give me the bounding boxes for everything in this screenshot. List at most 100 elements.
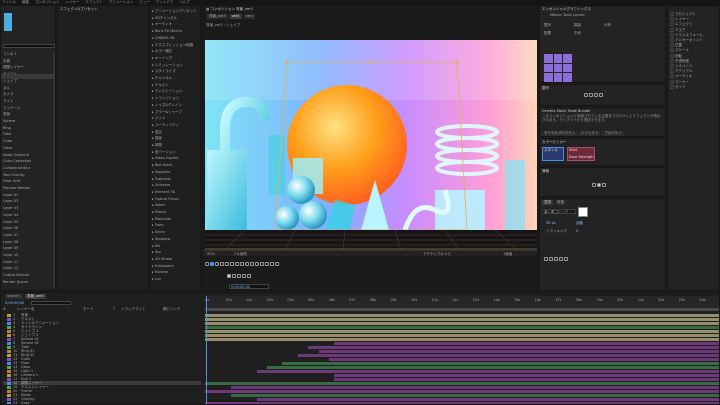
property-item[interactable]: ◯ スケール bbox=[670, 48, 689, 52]
layer-track-bar[interactable] bbox=[334, 341, 719, 345]
layer-track-bar[interactable] bbox=[205, 325, 719, 329]
property-item[interactable]: ◯ マテリアル bbox=[670, 69, 693, 73]
loop-icon[interactable] bbox=[242, 274, 246, 278]
essential-button-5[interactable]: 分布 bbox=[604, 23, 611, 27]
clone-tool-icon[interactable] bbox=[260, 262, 264, 266]
effect-category[interactable]: ▸ Form bbox=[152, 223, 164, 227]
zoom-select[interactable]: 50% bbox=[207, 252, 215, 256]
timeline-tab-2[interactable]: 背景_ver3 bbox=[25, 294, 46, 299]
project-item[interactable]: Layer 01 bbox=[3, 193, 18, 197]
layer-track-bar[interactable] bbox=[297, 353, 719, 357]
effect-category[interactable]: ▸ Particular bbox=[152, 217, 171, 221]
menu-item-5[interactable]: アニメーション bbox=[109, 0, 133, 4]
project-item[interactable]: フッテージ bbox=[3, 106, 20, 110]
project-item[interactable]: カメラ bbox=[3, 92, 14, 96]
align-right-icon[interactable] bbox=[594, 93, 598, 97]
puppet-tool-icon[interactable] bbox=[275, 262, 279, 266]
project-item[interactable]: Layer 09 bbox=[3, 246, 18, 250]
menu-item-1[interactable]: 編集 bbox=[22, 0, 29, 4]
libraries-tab-1[interactable]: すべてのプロパティ bbox=[542, 131, 577, 136]
layer-track-bar[interactable] bbox=[205, 381, 719, 385]
project-search[interactable] bbox=[3, 44, 55, 48]
layer-track-bar[interactable] bbox=[318, 349, 719, 353]
libraries-tab-2[interactable]: エフェクト bbox=[578, 131, 601, 136]
effect-category[interactable]: ▸ 3D Stroke bbox=[152, 257, 172, 261]
layer-row[interactable]: 23 Grad bbox=[3, 401, 201, 404]
size-field[interactable]: 36 px bbox=[546, 221, 556, 225]
timecode-field[interactable]: 0;00;00;00 bbox=[229, 284, 269, 289]
layer-track-bar[interactable] bbox=[205, 321, 719, 325]
info-cam-icon[interactable] bbox=[602, 183, 606, 187]
layer-track-bar[interactable] bbox=[230, 385, 719, 389]
effect-category[interactable]: ▸ オーディオ bbox=[152, 22, 172, 26]
brush-tool-icon[interactable] bbox=[255, 262, 259, 266]
project-item[interactable]: ライト bbox=[3, 99, 14, 103]
rotate-tool-icon[interactable] bbox=[225, 262, 229, 266]
menu-item-8[interactable]: ヘルプ bbox=[179, 0, 190, 4]
effect-category[interactable]: ▸ エクスプレッション制御 bbox=[152, 43, 193, 47]
effect-category[interactable]: ▸ テキスト bbox=[152, 83, 169, 87]
effect-category[interactable]: ▸ CINEMA 4D bbox=[152, 36, 175, 40]
zoom-tool-icon[interactable] bbox=[220, 262, 224, 266]
project-item[interactable]: コンポ 1 bbox=[3, 52, 17, 56]
home-icon[interactable] bbox=[205, 262, 209, 266]
property-item[interactable]: ◯ 不透明度 bbox=[670, 59, 689, 63]
project-item[interactable]: Layer 11 bbox=[3, 260, 18, 264]
playhead[interactable] bbox=[206, 296, 207, 404]
layer-track-bar[interactable] bbox=[205, 313, 719, 317]
all-caps-icon[interactable] bbox=[554, 257, 558, 261]
effect-category[interactable]: ▸ ノイズ&グレイン bbox=[152, 103, 182, 107]
project-item[interactable]: Compound Blur bbox=[3, 166, 30, 170]
effect-category[interactable]: ▸ 時間 bbox=[152, 143, 162, 147]
effect-category[interactable]: ▸ 3Dチャンネル bbox=[152, 16, 177, 20]
layer-track-bar[interactable] bbox=[205, 389, 719, 393]
effect-category[interactable]: ▸ キーイング bbox=[152, 56, 172, 60]
project-item[interactable]: Layer 07 bbox=[3, 233, 18, 237]
property-item[interactable]: ◯ 位置 bbox=[670, 43, 682, 47]
effect-category[interactable]: ▸ Boris FX Mocha bbox=[152, 29, 182, 33]
project-item[interactable]: Layer 08 bbox=[3, 240, 18, 244]
camera-tool-icon[interactable] bbox=[230, 262, 234, 266]
effect-category[interactable]: ▸ Element 3D bbox=[152, 190, 175, 194]
libraries-tab-3[interactable]: プロパティ bbox=[602, 131, 624, 136]
property-item[interactable]: ◯ マーカー bbox=[670, 80, 689, 84]
alignment-grid-cell[interactable] bbox=[553, 54, 562, 63]
alignment-grid-cell[interactable] bbox=[563, 73, 572, 82]
faux-bold-icon[interactable] bbox=[544, 257, 548, 261]
alignment-grid-cell[interactable] bbox=[544, 73, 553, 82]
effect-category[interactable]: ▸ アニメーションプリセット bbox=[152, 9, 197, 13]
viewer-tab-2[interactable]: ver2 bbox=[229, 14, 242, 19]
essential-button-1[interactable]: 整列 bbox=[544, 23, 551, 27]
effect-category[interactable]: ▸ スタイライズ bbox=[152, 69, 176, 73]
effect-category[interactable]: ▸ Echospace bbox=[152, 264, 174, 268]
effect-category[interactable]: ▸ Sapphire bbox=[152, 170, 170, 174]
project-item[interactable]: Tube bbox=[3, 132, 11, 136]
project-item[interactable]: Layer 12 bbox=[3, 266, 18, 270]
work-area-bar[interactable] bbox=[205, 308, 719, 311]
project-item[interactable]: Cube bbox=[3, 139, 12, 143]
effect-category[interactable]: ▸ 旧バージョン bbox=[152, 150, 176, 154]
property-item[interactable]: ◯ プロジェクト bbox=[670, 12, 696, 16]
timeline-tab-1[interactable]: Scene 1 bbox=[5, 294, 24, 299]
effect-category[interactable]: ▸ 遠近 bbox=[152, 130, 162, 134]
viewer-tab-3[interactable]: ver1 bbox=[243, 14, 256, 19]
effect-category[interactable]: ▸ Optical Flares bbox=[152, 197, 179, 201]
effect-category[interactable]: ▸ Shine bbox=[152, 230, 165, 234]
project-item[interactable]: Floor Grid bbox=[3, 179, 20, 183]
layer-track-bar[interactable] bbox=[256, 369, 719, 373]
effect-category[interactable]: ▸ シミュレーション bbox=[152, 63, 183, 67]
effect-category[interactable]: ▸ 描画 bbox=[152, 136, 162, 140]
project-item[interactable]: ヌル bbox=[3, 86, 10, 90]
info-text-icon[interactable] bbox=[592, 183, 596, 187]
project-item[interactable]: Render Queue bbox=[3, 280, 28, 284]
align-left-icon[interactable] bbox=[584, 93, 588, 97]
font-select[interactable]: 源ノ角ゴシック bbox=[542, 209, 576, 214]
pan-behind-icon[interactable] bbox=[235, 262, 239, 266]
effect-category[interactable]: ▸ Universe bbox=[152, 183, 170, 187]
effect-category[interactable]: ▸ ユーティリティ bbox=[152, 123, 179, 127]
effect-category[interactable]: ▸ Video Copilot bbox=[152, 156, 178, 160]
project-item[interactable]: Output Module bbox=[3, 273, 29, 277]
layer-name[interactable]: Grad bbox=[21, 401, 30, 404]
effect-category[interactable]: ▸ Red Giant bbox=[152, 163, 172, 167]
viewer-tab-1[interactable]: 背景_ver3 bbox=[207, 14, 228, 19]
